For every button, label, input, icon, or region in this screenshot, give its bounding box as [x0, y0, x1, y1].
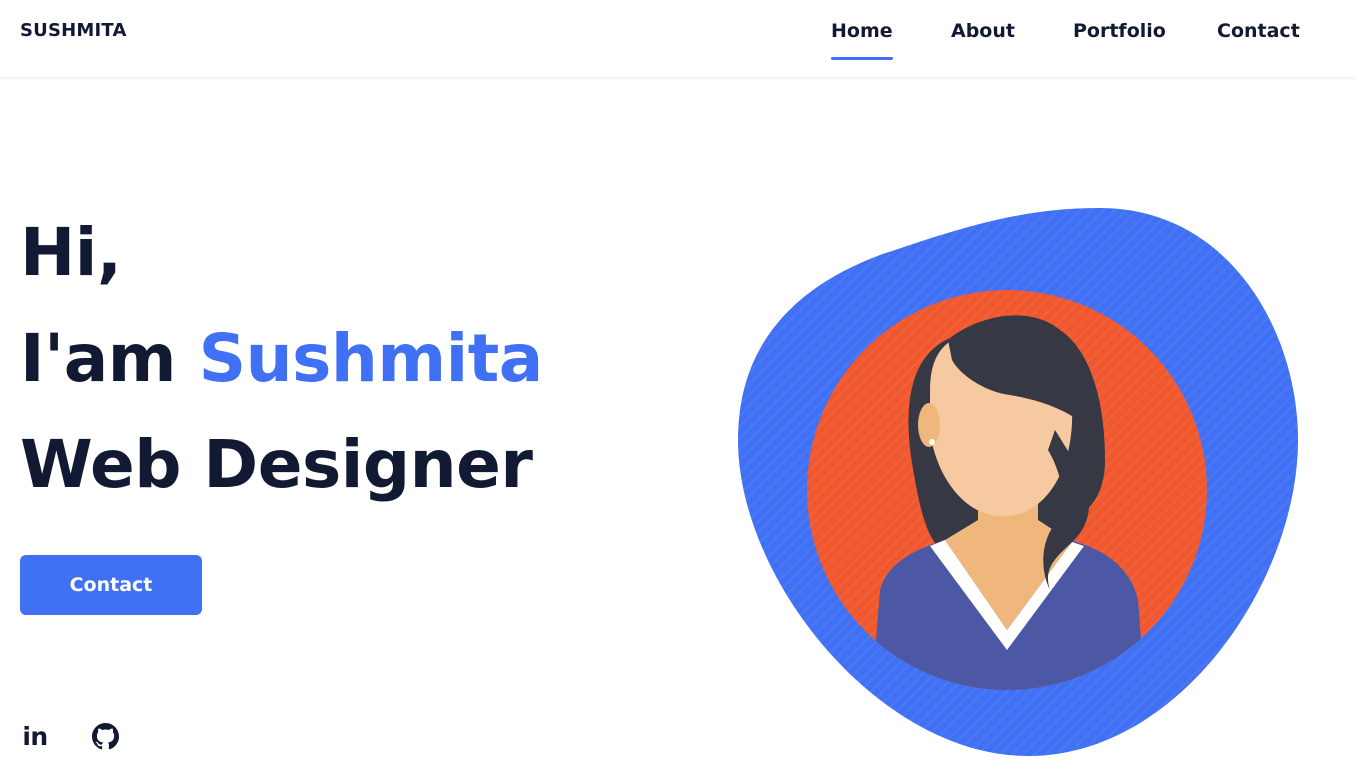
contact-button[interactable]: Contact	[20, 555, 202, 615]
role-line: Web Designer	[20, 426, 533, 503]
greeting-line: Hi,	[20, 214, 122, 291]
site-header: SUSHMITA Home About Portfolio Contact	[0, 0, 1358, 77]
intro-line: I'am Sushmita	[20, 306, 543, 412]
nav-portfolio[interactable]: Portfolio	[1073, 20, 1166, 42]
hero-name: Sushmita	[198, 320, 544, 397]
github-icon[interactable]	[88, 720, 122, 752]
linkedin-icon[interactable]: in	[20, 720, 50, 752]
site-logo[interactable]: SUSHMITA	[20, 20, 127, 41]
nav-contact[interactable]: Contact	[1217, 20, 1300, 42]
linkedin-icon-text: in	[22, 721, 48, 751]
intro-prefix: I'am	[20, 320, 177, 397]
hero-illustration	[730, 200, 1310, 765]
nav-home[interactable]: Home	[831, 20, 893, 60]
hero-heading: Hi, I'am Sushmita Web Designer	[20, 200, 543, 518]
nav-about[interactable]: About	[951, 20, 1015, 42]
